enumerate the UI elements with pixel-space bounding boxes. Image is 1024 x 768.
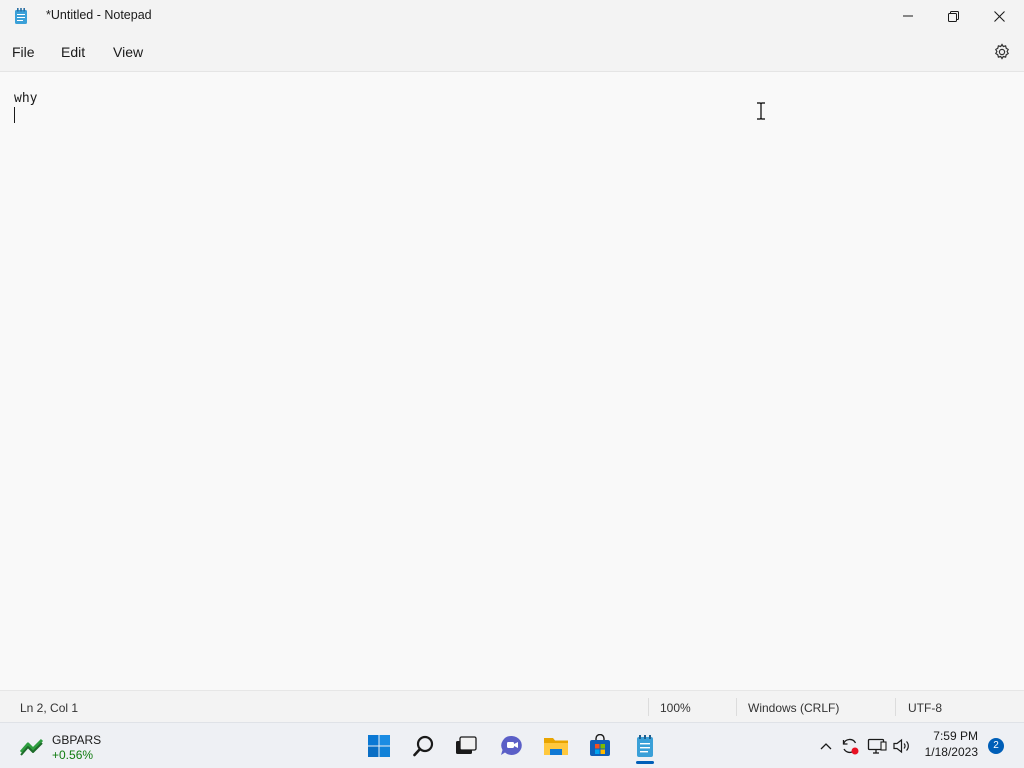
status-divider	[648, 698, 649, 716]
folder-icon	[544, 738, 568, 755]
stock-change: +0.56%	[52, 748, 94, 762]
zoom-level: 100%	[660, 701, 691, 715]
menu-edit[interactable]: Edit	[61, 44, 85, 60]
menu-view[interactable]: View	[113, 44, 143, 60]
window-title: *Untitled - Notepad	[46, 8, 152, 22]
search-icon	[413, 735, 434, 757]
stock-name: GBPARS	[52, 733, 102, 747]
file-explorer-button[interactable]	[542, 732, 570, 760]
microsoft-store-button[interactable]	[586, 732, 614, 760]
search-button[interactable]	[410, 732, 438, 760]
encoding: UTF-8	[908, 701, 942, 715]
clock-date: 1/18/2023	[924, 745, 978, 759]
menu-file[interactable]: File	[12, 44, 35, 60]
stock-chart-icon	[20, 738, 44, 756]
sync-icon	[842, 738, 859, 755]
editor-content[interactable]: why	[14, 90, 37, 107]
clock-time: 7:59 PM	[933, 729, 978, 743]
close-button[interactable]	[976, 0, 1022, 32]
ibeam-cursor-icon	[755, 102, 767, 123]
text-caret	[14, 107, 15, 123]
line-ending: Windows (CRLF)	[748, 701, 840, 715]
notepad-taskbar-button[interactable]	[631, 732, 659, 760]
chat-icon	[501, 735, 522, 755]
status-bar: Ln 2, Col 1 100% Windows (CRLF) UTF-8	[0, 690, 1024, 722]
network-icon	[867, 738, 887, 754]
text-editor[interactable]: why	[0, 72, 1024, 690]
notepad-icon	[637, 735, 653, 757]
chevron-up-icon	[820, 743, 832, 750]
volume-icon	[893, 738, 909, 754]
taskbar: GBPARS +0.56% 7:59 PM 1/18/2023 2	[0, 722, 1024, 768]
task-view-icon	[456, 736, 477, 754]
network-tray-button[interactable]	[867, 736, 887, 756]
notification-badge[interactable]: 2	[988, 738, 1004, 754]
title-bar: *Untitled - Notepad	[0, 0, 1024, 32]
clock[interactable]: 7:59 PM 1/18/2023	[925, 728, 978, 760]
restore-icon	[947, 10, 959, 22]
task-view-button[interactable]	[452, 732, 480, 760]
store-icon	[590, 734, 610, 756]
restore-button[interactable]	[930, 0, 976, 32]
status-divider	[736, 698, 737, 716]
status-divider	[895, 698, 896, 716]
show-hidden-icons-button[interactable]	[816, 736, 836, 756]
gear-icon	[995, 43, 1009, 60]
volume-tray-button[interactable]	[892, 736, 912, 756]
start-button[interactable]	[365, 732, 393, 760]
stock-widget[interactable]: GBPARS +0.56%	[18, 730, 138, 764]
windows-start-icon	[368, 735, 390, 757]
cursor-position: Ln 2, Col 1	[20, 701, 79, 715]
chat-button[interactable]	[498, 732, 526, 760]
minimize-button[interactable]	[885, 0, 931, 32]
settings-button[interactable]	[992, 42, 1012, 62]
notepad-app-icon	[14, 8, 28, 24]
active-app-indicator	[636, 761, 654, 764]
menu-bar: File Edit View	[0, 32, 1024, 72]
minimize-icon	[903, 15, 913, 17]
close-icon	[993, 10, 1005, 22]
sync-tray-button[interactable]	[840, 736, 860, 756]
